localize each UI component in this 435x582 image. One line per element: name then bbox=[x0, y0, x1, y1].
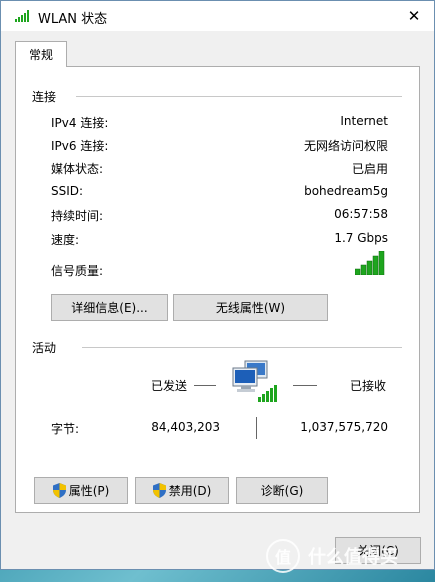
close-window-button[interactable]: ✕ bbox=[394, 1, 434, 31]
uac-shield-icon bbox=[152, 483, 166, 498]
ipv6-label: IPv6 连接: bbox=[51, 139, 109, 153]
bytes-label: 字节: bbox=[51, 422, 80, 436]
watermark-logo-glyph: 值 bbox=[274, 548, 291, 567]
properties-button-label: 属性(P) bbox=[68, 484, 110, 498]
bytes-sent-value: 84,403,203 bbox=[151, 420, 220, 434]
speed-label: 速度: bbox=[51, 233, 80, 247]
signal-quality-label: 信号质量: bbox=[51, 264, 104, 278]
received-dash bbox=[293, 385, 317, 386]
title-bar[interactable]: WLAN 状态 ✕ bbox=[1, 1, 434, 31]
uac-shield-icon bbox=[52, 483, 66, 498]
connection-group-title: 连接 bbox=[32, 90, 57, 104]
wireless-properties-button-label: 无线属性(W) bbox=[215, 301, 286, 315]
disable-button[interactable]: 禁用(D) bbox=[135, 477, 229, 504]
ipv6-value: 无网络访问权限 bbox=[303, 139, 388, 153]
activity-group-title: 活动 bbox=[32, 341, 57, 355]
wireless-properties-button[interactable]: 无线属性(W) bbox=[173, 294, 328, 321]
ssid-label: SSID: bbox=[51, 184, 84, 198]
duration-value: 06:57:58 bbox=[334, 207, 388, 221]
sent-label: 已发送 bbox=[151, 379, 188, 393]
general-panel: 连接 IPv4 连接: Internet IPv6 连接: 无网络访问权限 媒体… bbox=[15, 66, 420, 513]
watermark-text: 什么值得买 bbox=[308, 547, 398, 568]
sent-dash bbox=[194, 385, 216, 386]
window-title: WLAN 状态 bbox=[38, 12, 108, 27]
media-state-value: 已启用 bbox=[351, 162, 388, 176]
wifi-signal-icon bbox=[15, 10, 29, 22]
wlan-status-dialog: WLAN 状态 ✕ 常规 连接 IPv4 连接: Internet IPv6 连… bbox=[0, 0, 435, 570]
ipv4-label: IPv4 连接: bbox=[51, 116, 109, 130]
details-button[interactable]: 详细信息(E)... bbox=[51, 294, 168, 321]
close-icon: ✕ bbox=[407, 7, 421, 25]
ssid-value: bohedream5g bbox=[304, 184, 388, 198]
watermark-logo-icon: 值 bbox=[266, 539, 300, 573]
duration-label: 持续时间: bbox=[51, 209, 104, 223]
received-label: 已接收 bbox=[350, 379, 387, 393]
activity-group-divider bbox=[82, 347, 402, 348]
bytes-received-value: 1,037,575,720 bbox=[300, 420, 388, 434]
media-state-label: 媒体状态: bbox=[51, 162, 104, 176]
bytes-separator bbox=[256, 417, 257, 439]
connection-group-divider bbox=[76, 96, 402, 97]
signal-strength-icon bbox=[355, 251, 385, 275]
ipv4-value: Internet bbox=[340, 114, 388, 128]
diagnose-button[interactable]: 诊断(G) bbox=[236, 477, 328, 504]
details-button-label: 详细信息(E)... bbox=[71, 301, 148, 315]
tab-general[interactable]: 常规 bbox=[15, 41, 67, 67]
disable-button-label: 禁用(D) bbox=[168, 484, 212, 498]
watermark: 值 什么值得买 bbox=[266, 536, 435, 576]
diagnose-button-label: 诊断(G) bbox=[260, 484, 304, 498]
properties-button[interactable]: 属性(P) bbox=[34, 477, 128, 504]
network-computers-icon bbox=[232, 360, 277, 402]
speed-value: 1.7 Gbps bbox=[334, 231, 388, 245]
tab-general-label: 常规 bbox=[28, 48, 53, 62]
